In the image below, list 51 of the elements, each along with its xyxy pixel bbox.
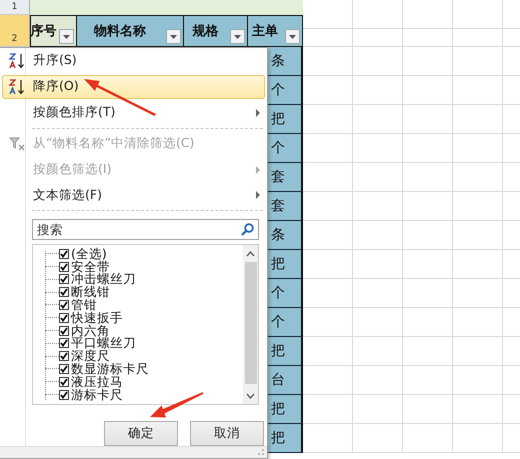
list-item[interactable]: 内六角 [71,324,110,337]
list-item[interactable]: 深度尺 [71,350,110,362]
caret-icon [63,34,70,38]
filter-dropdown-button[interactable] [230,29,245,44]
scrollbar[interactable] [243,245,258,404]
scroll-up-icon[interactable] [246,250,255,258]
list-item[interactable]: (全选) [71,248,107,260]
column-header: 规格 [184,15,248,47]
checkbox[interactable] [59,338,69,348]
checkbox[interactable] [59,262,69,272]
checkbox[interactable] [59,300,69,310]
cancel-button[interactable]: 取消 [190,420,264,446]
menu-item[interactable]: 降序(O) [2,74,265,99]
list-item[interactable]: 快速扳手 [71,312,123,324]
caret-icon [289,34,296,38]
list-item[interactable]: 数显游标卡尺 [71,362,149,375]
clear-filter-icon [9,136,25,151]
checkbox[interactable] [59,326,69,336]
list-item[interactable]: 游标卡尺 [71,388,123,401]
checkbox[interactable] [59,364,69,374]
checkbox[interactable] [59,248,69,259]
row-number: 2 [0,15,30,47]
filter-dropdown-button[interactable] [166,29,181,44]
caret-icon [170,34,177,38]
list-item[interactable]: 管钳 [71,298,97,311]
checkbox[interactable] [59,351,69,362]
sort-descending-icon [8,78,26,96]
checkbox[interactable] [59,376,69,387]
checkbox[interactable] [59,312,69,323]
ok-button[interactable]: 确定 [104,420,178,446]
checkbox[interactable] [59,274,69,284]
filter-dropdown-button[interactable] [285,29,300,44]
caret-icon [234,34,241,38]
list-item[interactable]: 平口螺丝刀 [71,337,136,350]
scroll-down-icon[interactable] [246,392,255,400]
column-header: 物料名称 [77,15,184,47]
pointer-arrow [150,390,204,418]
resize-grip-icon[interactable] [257,448,265,456]
list-item[interactable]: 液压拉马 [71,376,123,388]
checkbox[interactable] [59,390,69,400]
list-item[interactable]: 安全带 [71,260,110,273]
checkbox[interactable] [59,287,69,298]
list-item[interactable]: 断线钳 [71,286,110,298]
filter-dropdown-button[interactable] [59,29,74,44]
column-header: 序号 [30,15,77,47]
list-item[interactable]: 冲击螺丝刀 [71,273,136,286]
row-number: 1 [0,0,30,15]
search-icon [241,223,254,236]
search-field[interactable]: 搜索 [32,219,259,240]
column-header: 主单 [248,15,303,47]
sort-ascending-icon [8,52,26,70]
